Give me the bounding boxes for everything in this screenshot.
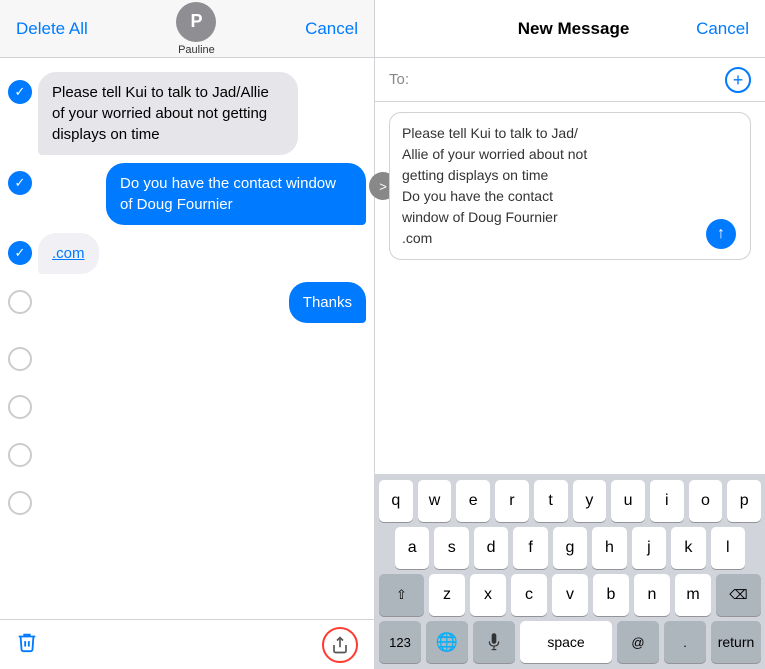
message-checkbox[interactable] bbox=[8, 241, 32, 265]
message-text: Please tell Kui to talk to Jad/Allie of … bbox=[52, 84, 269, 143]
key-v[interactable]: v bbox=[552, 574, 588, 616]
right-cancel-button[interactable]: Cancel bbox=[696, 19, 749, 39]
key-e[interactable]: e bbox=[456, 480, 490, 522]
to-field-row: To: + bbox=[375, 58, 765, 102]
key-b[interactable]: b bbox=[593, 574, 629, 616]
message-bubble: Do you have the contact window of Doug F… bbox=[106, 163, 366, 225]
mic-key[interactable] bbox=[473, 621, 515, 663]
message-bubble: Please tell Kui to talk to Jad/Allie of … bbox=[38, 72, 298, 155]
key-p[interactable]: p bbox=[727, 480, 761, 522]
left-cancel-button[interactable]: Cancel bbox=[305, 19, 358, 39]
key-l[interactable]: l bbox=[711, 527, 745, 569]
message-checkbox[interactable] bbox=[8, 290, 32, 314]
key-q[interactable]: q bbox=[379, 480, 413, 522]
key-t[interactable]: t bbox=[534, 480, 568, 522]
messages-header: Delete All P Pauline Cancel bbox=[0, 0, 374, 58]
message-text: Thanks bbox=[303, 294, 352, 311]
to-input[interactable] bbox=[415, 71, 719, 88]
keyboard-row-4: 123 🌐 space @ . return bbox=[379, 621, 761, 663]
delete-key[interactable]: ⌫ bbox=[716, 574, 761, 616]
message-text: Do you have the contact window of Doug F… bbox=[120, 175, 336, 213]
key-c[interactable]: c bbox=[511, 574, 547, 616]
globe-key[interactable]: 🌐 bbox=[426, 621, 468, 663]
message-row bbox=[0, 431, 374, 471]
to-label: To: bbox=[389, 71, 409, 88]
compose-text: Please tell Kui to talk to Jad/ Allie of… bbox=[402, 125, 587, 246]
share-button[interactable] bbox=[322, 627, 358, 663]
new-message-header: New Message Cancel bbox=[375, 0, 765, 58]
at-key[interactable]: @ bbox=[617, 621, 659, 663]
keyboard: q w e r t y u i o p a s d f g h j k l ⇧ … bbox=[375, 474, 765, 669]
key-z[interactable]: z bbox=[429, 574, 465, 616]
message-row: Do you have the contact window of Doug F… bbox=[0, 159, 374, 229]
delete-all-button[interactable]: Delete All bbox=[16, 19, 88, 39]
compose-area: > Please tell Kui to talk to Jad/ Allie … bbox=[375, 102, 765, 474]
key-i[interactable]: i bbox=[650, 480, 684, 522]
send-button[interactable]: ↑ bbox=[706, 219, 736, 249]
key-w[interactable]: w bbox=[418, 480, 452, 522]
key-x[interactable]: x bbox=[470, 574, 506, 616]
key-u[interactable]: u bbox=[611, 480, 645, 522]
keyboard-row-3: ⇧ z x c v b n m ⌫ bbox=[379, 574, 761, 616]
message-row: Thanks bbox=[0, 278, 374, 327]
message-checkbox[interactable] bbox=[8, 395, 32, 419]
compose-bubble[interactable]: Please tell Kui to talk to Jad/ Allie of… bbox=[389, 112, 751, 260]
key-y[interactable]: y bbox=[573, 480, 607, 522]
message-bubble: .com bbox=[38, 233, 99, 274]
new-message-title: New Message bbox=[518, 19, 630, 39]
message-checkbox[interactable] bbox=[8, 80, 32, 104]
period-key[interactable]: . bbox=[664, 621, 706, 663]
messages-toolbar bbox=[0, 619, 374, 669]
key-r[interactable]: r bbox=[495, 480, 529, 522]
key-m[interactable]: m bbox=[675, 574, 711, 616]
key-f[interactable]: f bbox=[513, 527, 547, 569]
key-j[interactable]: j bbox=[632, 527, 666, 569]
avatar: P bbox=[176, 2, 216, 42]
contact-info: P Pauline bbox=[176, 2, 216, 56]
keyboard-row-2: a s d f g h j k l bbox=[379, 527, 761, 569]
message-row bbox=[0, 335, 374, 375]
message-checkbox[interactable] bbox=[8, 347, 32, 371]
return-key[interactable]: return bbox=[711, 621, 761, 663]
message-bubble: Thanks bbox=[289, 282, 366, 323]
add-recipient-button[interactable]: + bbox=[725, 67, 751, 93]
delete-button[interactable] bbox=[16, 631, 38, 659]
shift-key[interactable]: ⇧ bbox=[379, 574, 424, 616]
numbers-key[interactable]: 123 bbox=[379, 621, 421, 663]
message-row bbox=[0, 383, 374, 423]
key-n[interactable]: n bbox=[634, 574, 670, 616]
message-row: .com bbox=[0, 229, 374, 278]
message-row bbox=[0, 479, 374, 519]
message-text: .com bbox=[52, 245, 85, 262]
keyboard-row-1: q w e r t y u i o p bbox=[379, 480, 761, 522]
space-key[interactable]: space bbox=[520, 621, 612, 663]
key-o[interactable]: o bbox=[689, 480, 723, 522]
messages-panel: Delete All P Pauline Cancel Please tell … bbox=[0, 0, 375, 669]
messages-list: Please tell Kui to talk to Jad/Allie of … bbox=[0, 58, 374, 619]
key-s[interactable]: s bbox=[434, 527, 468, 569]
message-checkbox[interactable] bbox=[8, 443, 32, 467]
key-h[interactable]: h bbox=[592, 527, 626, 569]
new-message-panel: New Message Cancel To: + > Please tell K… bbox=[375, 0, 765, 669]
key-g[interactable]: g bbox=[553, 527, 587, 569]
message-checkbox[interactable] bbox=[8, 171, 32, 195]
key-k[interactable]: k bbox=[671, 527, 705, 569]
key-d[interactable]: d bbox=[474, 527, 508, 569]
contact-name: Pauline bbox=[178, 44, 215, 56]
message-row: Please tell Kui to talk to Jad/Allie of … bbox=[0, 68, 374, 159]
message-checkbox[interactable] bbox=[8, 491, 32, 515]
key-a[interactable]: a bbox=[395, 527, 429, 569]
